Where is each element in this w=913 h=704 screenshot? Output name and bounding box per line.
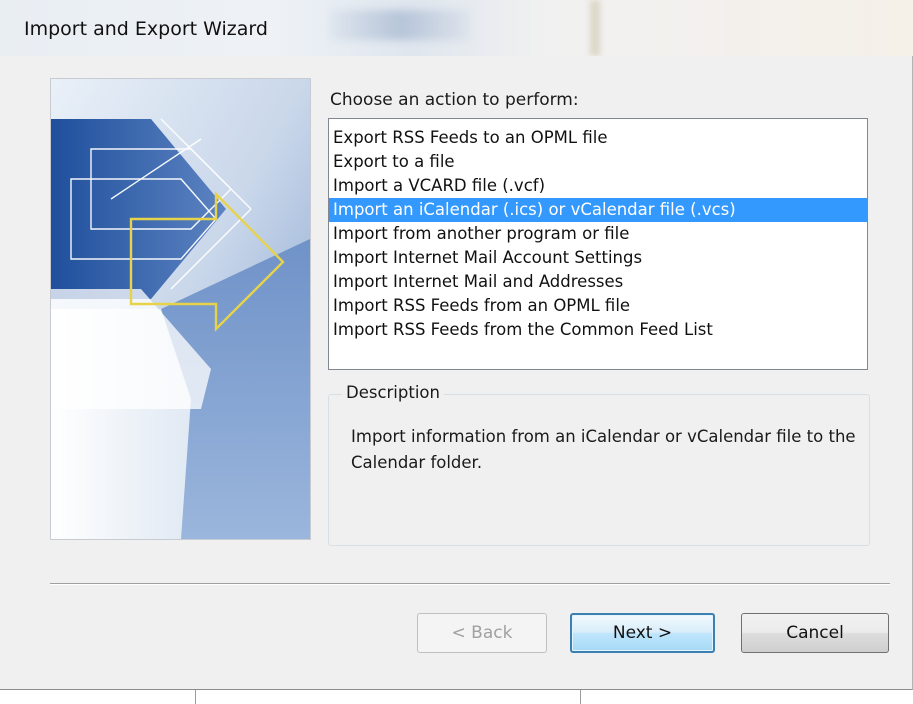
back-button[interactable]: < Back [417, 613, 547, 653]
wizard-client-area: Choose an action to perform: Export RSS … [10, 56, 908, 686]
action-prompt-label: Choose an action to perform: [330, 90, 579, 110]
list-item-import-rss-common-feed[interactable]: Import RSS Feeds from the Common Feed Li… [329, 318, 867, 342]
cancel-button[interactable]: Cancel [741, 613, 889, 653]
list-item-import-rss-opml[interactable]: Import RSS Feeds from an OPML file [329, 294, 867, 318]
list-item-import-mail-account-settings[interactable]: Import Internet Mail Account Settings [329, 246, 867, 270]
description-label: Description [342, 383, 444, 402]
list-item-export-rss-opml[interactable]: Export RSS Feeds to an OPML file [329, 126, 867, 150]
button-separator [50, 583, 890, 585]
title-bar[interactable]: Import and Export Wizard [0, 0, 913, 56]
list-item-export-to-file[interactable]: Export to a file [329, 150, 867, 174]
list-item-import-icalendar[interactable]: Import an iCalendar (.ics) or vCalendar … [329, 198, 867, 222]
arrow-artwork-icon [51, 79, 310, 539]
list-item-import-from-program[interactable]: Import from another program or file [329, 222, 867, 246]
list-item-import-vcard[interactable]: Import a VCARD file (.vcf) [329, 174, 867, 198]
title-bar-glass-effect-2 [590, 0, 600, 56]
description-text: Import information from an iCalendar or … [351, 427, 856, 472]
window-title: Import and Export Wizard [24, 18, 268, 40]
wizard-window: Import and Export Wizard Choose an actio… [0, 0, 913, 690]
next-button[interactable]: Next > [570, 613, 715, 653]
title-bar-glass-effect [330, 10, 470, 40]
background-strip [0, 690, 913, 704]
background-divider [195, 690, 196, 704]
background-divider-2 [580, 690, 581, 704]
action-listbox[interactable]: Export RSS Feeds to an OPML file Export … [328, 118, 868, 370]
list-item-import-mail-addresses[interactable]: Import Internet Mail and Addresses [329, 270, 867, 294]
wizard-banner-image [50, 78, 311, 540]
